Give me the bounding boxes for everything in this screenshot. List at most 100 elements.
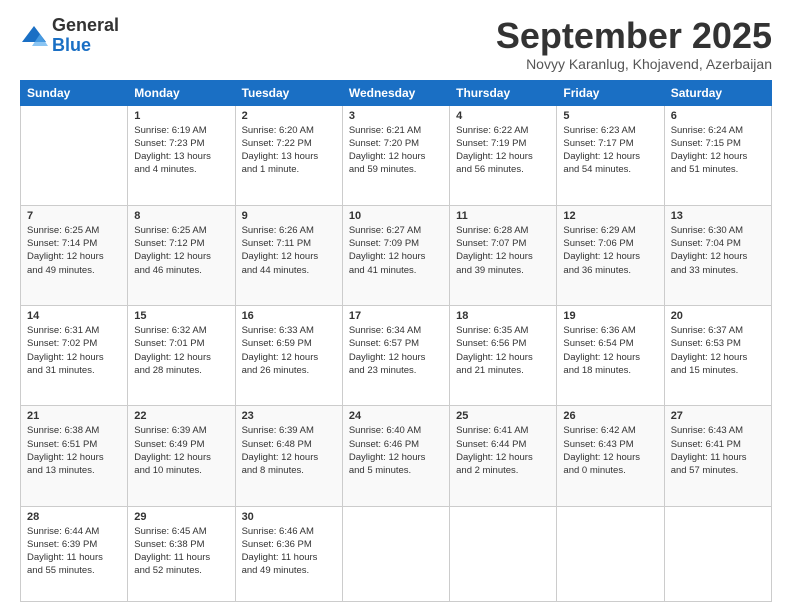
calendar-cell: 25Sunrise: 6:41 AM Sunset: 6:44 PM Dayli… — [450, 406, 557, 506]
day-info: Sunrise: 6:20 AM Sunset: 7:22 PM Dayligh… — [242, 124, 336, 177]
logo-icon — [20, 22, 48, 50]
header-row: SundayMondayTuesdayWednesdayThursdayFrid… — [21, 80, 772, 105]
day-info: Sunrise: 6:28 AM Sunset: 7:07 PM Dayligh… — [456, 224, 550, 277]
calendar-cell: 20 Sunrise: 6:37 AM Sunset: 6:53 PM Dayli… — [664, 306, 771, 406]
day-info: Sunrise: 6:30 AM Sunset: 7:04 PM Dayligh… — [671, 224, 765, 277]
day-info: Sunrise: 6:46 AM Sunset: 6:36 PM Dayligh… — [242, 525, 336, 578]
calendar-cell: 4 Sunrise: 6:22 AM Sunset: 7:19 PM Daylig… — [450, 105, 557, 205]
calendar-cell: 17 Sunrise: 6:34 AM Sunset: 6:57 PM Dayli… — [342, 306, 449, 406]
day-info: Sunrise: 6:44 AM Sunset: 6:39 PM Dayligh… — [27, 525, 121, 578]
day-number: 21 — [27, 410, 121, 422]
day-info: Sunrise: 6:42 AM Sunset: 6:43 PM Dayligh… — [563, 424, 657, 477]
calendar-cell — [342, 506, 449, 601]
day-number: 16 — [242, 310, 336, 322]
day-number: 8 — [134, 210, 228, 222]
day-number: 27 — [671, 410, 765, 422]
day-info: Sunrise: 6:31 AM Sunset: 7:02 PM Dayligh… — [27, 324, 121, 377]
day-number: 12 — [563, 210, 657, 222]
calendar-cell: 19 Sunrise: 6:36 AM Sunset: 6:54 PM Dayli… — [557, 306, 664, 406]
day-number: 29 — [134, 511, 228, 523]
col-header-sunday: Sunday — [21, 80, 128, 105]
calendar-cell: 16 Sunrise: 6:33 AM Sunset: 6:59 PM Dayli… — [235, 306, 342, 406]
day-number: 11 — [456, 210, 550, 222]
calendar-cell: 8 Sunrise: 6:25 AM Sunset: 7:12 PM Daylig… — [128, 205, 235, 305]
day-number: 2 — [242, 110, 336, 122]
day-info: Sunrise: 6:33 AM Sunset: 6:59 PM Dayligh… — [242, 324, 336, 377]
day-info: Sunrise: 6:32 AM Sunset: 7:01 PM Dayligh… — [134, 324, 228, 377]
calendar-cell — [664, 506, 771, 601]
day-number: 22 — [134, 410, 228, 422]
calendar-cell — [450, 506, 557, 601]
calendar-cell: 23 Sunrise: 6:39 AM Sunset: 6:48 PM Dayli… — [235, 406, 342, 506]
calendar-cell: 30Sunrise: 6:46 AM Sunset: 6:36 PM Dayli… — [235, 506, 342, 601]
day-info: Sunrise: 6:23 AM Sunset: 7:17 PM Dayligh… — [563, 124, 657, 177]
calendar-cell: 26Sunrise: 6:42 AM Sunset: 6:43 PM Dayli… — [557, 406, 664, 506]
col-header-tuesday: Tuesday — [235, 80, 342, 105]
calendar-cell: 13 Sunrise: 6:30 AM Sunset: 7:04 PM Dayli… — [664, 205, 771, 305]
calendar-cell — [557, 506, 664, 601]
calendar-cell: 11 Sunrise: 6:28 AM Sunset: 7:07 PM Dayli… — [450, 205, 557, 305]
week-row-2: 7Sunrise: 6:25 AM Sunset: 7:14 PM Daylig… — [21, 205, 772, 305]
day-number: 25 — [456, 410, 550, 422]
calendar-cell: 7Sunrise: 6:25 AM Sunset: 7:14 PM Daylig… — [21, 205, 128, 305]
logo-general: General — [52, 16, 119, 36]
calendar-table: SundayMondayTuesdayWednesdayThursdayFrid… — [20, 80, 772, 602]
day-number: 7 — [27, 210, 121, 222]
col-header-friday: Friday — [557, 80, 664, 105]
calendar-cell: 24Sunrise: 6:40 AM Sunset: 6:46 PM Dayli… — [342, 406, 449, 506]
calendar-cell: 15 Sunrise: 6:32 AM Sunset: 7:01 PM Dayli… — [128, 306, 235, 406]
day-number: 1 — [134, 110, 228, 122]
day-number: 5 — [563, 110, 657, 122]
day-info: Sunrise: 6:19 AM Sunset: 7:23 PM Dayligh… — [134, 124, 228, 177]
calendar-cell: 12Sunrise: 6:29 AM Sunset: 7:06 PM Dayli… — [557, 205, 664, 305]
day-info: Sunrise: 6:22 AM Sunset: 7:19 PM Dayligh… — [456, 124, 550, 177]
calendar-cell: 21 Sunrise: 6:38 AM Sunset: 6:51 PM Dayli… — [21, 406, 128, 506]
header-right: September 2025 Novyy Karanlug, Khojavend… — [496, 16, 772, 72]
col-header-thursday: Thursday — [450, 80, 557, 105]
day-number: 14 — [27, 310, 121, 322]
day-number: 28 — [27, 511, 121, 523]
day-number: 17 — [349, 310, 443, 322]
day-number: 15 — [134, 310, 228, 322]
day-info: Sunrise: 6:25 AM Sunset: 7:12 PM Dayligh… — [134, 224, 228, 277]
day-info: Sunrise: 6:43 AM Sunset: 6:41 PM Dayligh… — [671, 424, 765, 477]
day-info: Sunrise: 6:39 AM Sunset: 6:49 PM Dayligh… — [134, 424, 228, 477]
col-header-monday: Monday — [128, 80, 235, 105]
calendar-cell: 3 Sunrise: 6:21 AM Sunset: 7:20 PM Daylig… — [342, 105, 449, 205]
day-number: 19 — [563, 310, 657, 322]
day-info: Sunrise: 6:37 AM Sunset: 6:53 PM Dayligh… — [671, 324, 765, 377]
day-number: 6 — [671, 110, 765, 122]
day-number: 3 — [349, 110, 443, 122]
logo-area: General Blue — [20, 16, 119, 56]
day-info: Sunrise: 6:26 AM Sunset: 7:11 PM Dayligh… — [242, 224, 336, 277]
week-row-4: 21 Sunrise: 6:38 AM Sunset: 6:51 PM Dayli… — [21, 406, 772, 506]
day-info: Sunrise: 6:34 AM Sunset: 6:57 PM Dayligh… — [349, 324, 443, 377]
month-title: September 2025 — [496, 16, 772, 56]
day-number: 20 — [671, 310, 765, 322]
top-section: General Blue September 2025 Novyy Karanl… — [20, 16, 772, 72]
col-header-wednesday: Wednesday — [342, 80, 449, 105]
day-info: Sunrise: 6:39 AM Sunset: 6:48 PM Dayligh… — [242, 424, 336, 477]
day-info: Sunrise: 6:21 AM Sunset: 7:20 PM Dayligh… — [349, 124, 443, 177]
calendar-cell: 1 Sunrise: 6:19 AM Sunset: 7:23 PM Daylig… — [128, 105, 235, 205]
week-row-5: 28 Sunrise: 6:44 AM Sunset: 6:39 PM Dayli… — [21, 506, 772, 601]
day-number: 23 — [242, 410, 336, 422]
day-number: 10 — [349, 210, 443, 222]
logo-blue: Blue — [52, 36, 119, 56]
calendar-cell: 22 Sunrise: 6:39 AM Sunset: 6:49 PM Dayli… — [128, 406, 235, 506]
calendar-cell: 6Sunrise: 6:24 AM Sunset: 7:15 PM Daylig… — [664, 105, 771, 205]
day-number: 18 — [456, 310, 550, 322]
day-info: Sunrise: 6:38 AM Sunset: 6:51 PM Dayligh… — [27, 424, 121, 477]
calendar-cell: 28 Sunrise: 6:44 AM Sunset: 6:39 PM Dayli… — [21, 506, 128, 601]
day-number: 13 — [671, 210, 765, 222]
logo-text: General Blue — [52, 16, 119, 56]
calendar-cell: 18Sunrise: 6:35 AM Sunset: 6:56 PM Dayli… — [450, 306, 557, 406]
day-info: Sunrise: 6:36 AM Sunset: 6:54 PM Dayligh… — [563, 324, 657, 377]
calendar-cell: 2 Sunrise: 6:20 AM Sunset: 7:22 PM Daylig… — [235, 105, 342, 205]
calendar-cell: 10 Sunrise: 6:27 AM Sunset: 7:09 PM Dayli… — [342, 205, 449, 305]
day-number: 4 — [456, 110, 550, 122]
day-info: Sunrise: 6:27 AM Sunset: 7:09 PM Dayligh… — [349, 224, 443, 277]
calendar-cell: 5 Sunrise: 6:23 AM Sunset: 7:17 PM Daylig… — [557, 105, 664, 205]
calendar-cell: 14 Sunrise: 6:31 AM Sunset: 7:02 PM Dayli… — [21, 306, 128, 406]
day-number: 9 — [242, 210, 336, 222]
